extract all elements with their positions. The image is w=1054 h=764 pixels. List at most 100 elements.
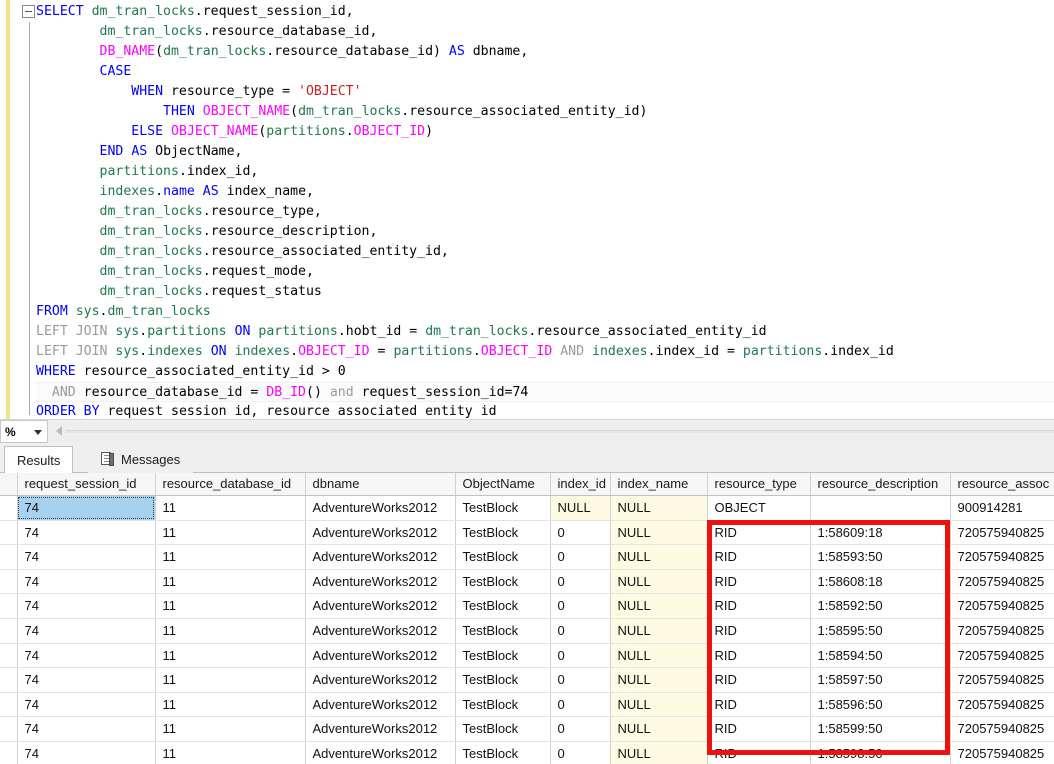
cell-index_name[interactable]: NULL — [610, 594, 707, 619]
cell-resource_type[interactable]: RID — [707, 643, 810, 668]
row-selector[interactable] — [0, 569, 17, 594]
splitter-rail[interactable] — [66, 430, 1054, 433]
cell-dbname[interactable]: AdventureWorks2012 — [305, 545, 455, 570]
sql-code-text[interactable]: SELECT dm_tran_locks.request_session_id,… — [36, 2, 1054, 419]
cell-index_name[interactable]: NULL — [610, 618, 707, 643]
cell-resource_database_id[interactable]: 11 — [155, 643, 305, 668]
table-row[interactable]: 7411AdventureWorks2012TestBlock0NULLRID1… — [0, 520, 1054, 545]
zoom-percent-dropdown[interactable]: % — [0, 420, 48, 443]
cell-index_id[interactable]: 0 — [550, 741, 610, 764]
cell-resource_assoc[interactable]: 720575940825 — [950, 692, 1054, 717]
cell-resource_description[interactable]: 1:58592:50 — [810, 594, 950, 619]
table-row[interactable]: 7411AdventureWorks2012TestBlock0NULLRID1… — [0, 569, 1054, 594]
row-header-corner[interactable] — [0, 473, 17, 496]
cell-resource_assoc[interactable]: 720575940825 — [950, 594, 1054, 619]
cell-ObjectName[interactable]: TestBlock — [455, 692, 550, 717]
cell-resource_database_id[interactable]: 11 — [155, 520, 305, 545]
splitter-left-arrow-icon[interactable] — [56, 426, 62, 436]
cell-resource_assoc[interactable]: 720575940825 — [950, 717, 1054, 742]
column-header-ObjectName[interactable]: ObjectName — [455, 473, 550, 496]
cell-dbname[interactable]: AdventureWorks2012 — [305, 594, 455, 619]
cell-index_name[interactable]: NULL — [610, 717, 707, 742]
cell-resource_assoc[interactable]: 720575940825 — [950, 520, 1054, 545]
row-selector[interactable] — [0, 545, 17, 570]
cell-resource_assoc[interactable]: 720575940825 — [950, 741, 1054, 764]
column-header-resource_assoc[interactable]: resource_assoc — [950, 473, 1054, 496]
row-selector[interactable] — [0, 717, 17, 742]
cell-index_name[interactable]: NULL — [610, 520, 707, 545]
table-row[interactable]: 7411AdventureWorks2012TestBlock0NULLRID1… — [0, 692, 1054, 717]
cell-dbname[interactable]: AdventureWorks2012 — [305, 692, 455, 717]
cell-resource_assoc[interactable]: 720575940825 — [950, 545, 1054, 570]
cell-request_session_id[interactable]: 74 — [17, 545, 155, 570]
cell-resource_database_id[interactable]: 11 — [155, 717, 305, 742]
cell-dbname[interactable]: AdventureWorks2012 — [305, 643, 455, 668]
cell-index_id[interactable]: NULL — [550, 496, 610, 521]
cell-resource_database_id[interactable]: 11 — [155, 496, 305, 521]
cell-index_name[interactable]: NULL — [610, 668, 707, 693]
cell-resource_description[interactable]: 1:58593:50 — [810, 545, 950, 570]
column-header-resource_database_id[interactable]: resource_database_id — [155, 473, 305, 496]
cell-index_name[interactable]: NULL — [610, 569, 707, 594]
cell-ObjectName[interactable]: TestBlock — [455, 668, 550, 693]
cell-resource_assoc[interactable]: 720575940825 — [950, 643, 1054, 668]
cell-dbname[interactable]: AdventureWorks2012 — [305, 520, 455, 545]
tab-messages[interactable]: Messages — [88, 446, 193, 473]
cell-request_session_id[interactable]: 74 — [17, 668, 155, 693]
row-selector[interactable] — [0, 520, 17, 545]
results-grid[interactable]: request_session_idresource_database_iddb… — [0, 473, 1054, 764]
cell-ObjectName[interactable]: TestBlock — [455, 594, 550, 619]
collapse-region-icon[interactable] — [22, 5, 35, 18]
cell-ObjectName[interactable]: TestBlock — [455, 520, 550, 545]
cell-resource_description[interactable]: 1:58597:50 — [810, 668, 950, 693]
cell-index_id[interactable]: 0 — [550, 594, 610, 619]
column-header-resource_type[interactable]: resource_type — [707, 473, 810, 496]
cell-request_session_id[interactable]: 74 — [17, 496, 155, 521]
cell-index_id[interactable]: 0 — [550, 643, 610, 668]
cell-resource_description[interactable]: 1:58594:50 — [810, 643, 950, 668]
cell-resource_description[interactable]: 1:58596:50 — [810, 692, 950, 717]
cell-resource_description[interactable]: 1:58595:50 — [810, 618, 950, 643]
cell-dbname[interactable]: AdventureWorks2012 — [305, 496, 455, 521]
cell-index_id[interactable]: 0 — [550, 618, 610, 643]
table-row[interactable]: 7411AdventureWorks2012TestBlock0NULLRID1… — [0, 545, 1054, 570]
cell-resource_type[interactable]: RID — [707, 618, 810, 643]
cell-resource_database_id[interactable]: 11 — [155, 545, 305, 570]
cell-index_id[interactable]: 0 — [550, 668, 610, 693]
sql-editor-pane[interactable]: SELECT dm_tran_locks.request_session_id,… — [0, 0, 1054, 419]
cell-resource_type[interactable]: RID — [707, 520, 810, 545]
cell-ObjectName[interactable]: TestBlock — [455, 618, 550, 643]
cell-resource_assoc[interactable]: 720575940825 — [950, 618, 1054, 643]
cell-dbname[interactable]: AdventureWorks2012 — [305, 569, 455, 594]
cell-dbname[interactable]: AdventureWorks2012 — [305, 741, 455, 764]
column-header-resource_description[interactable]: resource_description — [810, 473, 950, 496]
cell-resource_description[interactable]: 1:58609:18 — [810, 520, 950, 545]
cell-resource_type[interactable]: RID — [707, 692, 810, 717]
cell-request_session_id[interactable]: 74 — [17, 692, 155, 717]
cell-resource_type[interactable]: RID — [707, 717, 810, 742]
cell-index_name[interactable]: NULL — [610, 741, 707, 764]
table-row[interactable]: 7411AdventureWorks2012TestBlock0NULLRID1… — [0, 717, 1054, 742]
cell-request_session_id[interactable]: 74 — [17, 717, 155, 742]
cell-request_session_id[interactable]: 74 — [17, 520, 155, 545]
cell-dbname[interactable]: AdventureWorks2012 — [305, 717, 455, 742]
cell-index_id[interactable]: 0 — [550, 717, 610, 742]
cell-request_session_id[interactable]: 74 — [17, 618, 155, 643]
cell-resource_type[interactable]: RID — [707, 545, 810, 570]
column-header-index_id[interactable]: index_id — [550, 473, 610, 496]
cell-index_name[interactable]: NULL — [610, 643, 707, 668]
table-row[interactable]: 7411AdventureWorks2012TestBlockNULLNULLO… — [0, 496, 1054, 521]
tab-results[interactable]: Results — [4, 446, 73, 474]
cell-dbname[interactable]: AdventureWorks2012 — [305, 668, 455, 693]
row-selector[interactable] — [0, 618, 17, 643]
cell-index_name[interactable]: NULL — [610, 692, 707, 717]
table-row[interactable]: 7411AdventureWorks2012TestBlock0NULLRID1… — [0, 668, 1054, 693]
row-selector[interactable] — [0, 496, 17, 521]
cell-index_name[interactable]: NULL — [610, 545, 707, 570]
row-selector[interactable] — [0, 643, 17, 668]
cell-resource_database_id[interactable]: 11 — [155, 692, 305, 717]
cell-ObjectName[interactable]: TestBlock — [455, 496, 550, 521]
table-row[interactable]: 7411AdventureWorks2012TestBlock0NULLRID1… — [0, 643, 1054, 668]
cell-resource_description[interactable] — [810, 496, 950, 521]
cell-ObjectName[interactable]: TestBlock — [455, 741, 550, 764]
